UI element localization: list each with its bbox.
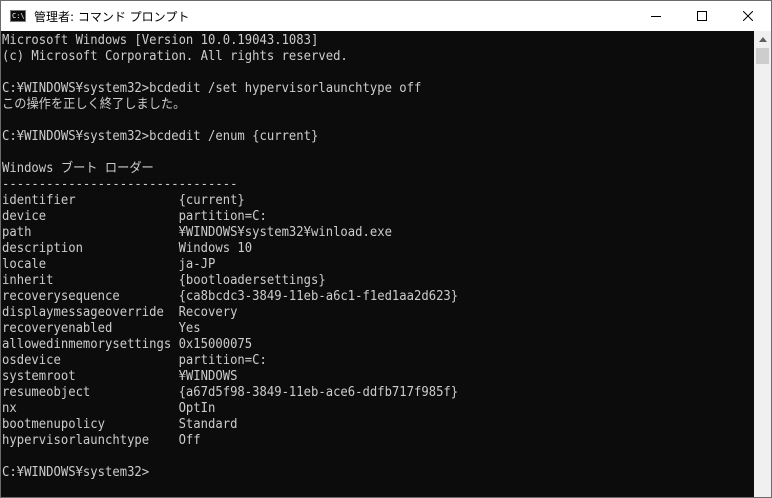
console-line: (c) Microsoft Corporation. All rights re… <box>2 49 348 64</box>
console-line: recoveryenabled Yes <box>2 321 201 336</box>
console-line: osdevice partition=C: <box>2 353 267 368</box>
title-bar[interactable]: C:\ 管理者: コマンド プロンプト <box>1 1 771 31</box>
console-line: identifier {current} <box>2 193 245 208</box>
console-line: bootmenupolicy Standard <box>2 417 238 432</box>
console-line: この操作を正しく終了しました。 <box>2 97 186 112</box>
console-line: locale ja-JP <box>2 257 216 272</box>
maximize-icon <box>697 11 707 21</box>
console-line: hypervisorlaunchtype Off <box>2 433 201 448</box>
maximize-button[interactable] <box>679 1 725 31</box>
console-line: allowedinmemorysettings 0x15000075 <box>2 337 253 352</box>
window-title: 管理者: コマンド プロンプト <box>34 9 190 24</box>
console-line: C:¥WINDOWS¥system32>bcdedit /set hypervi… <box>2 81 422 96</box>
scroll-thumb[interactable] <box>756 48 769 64</box>
console-line: systemroot ¥WINDOWS <box>2 369 238 384</box>
console-line: -------------------------------- <box>2 177 238 192</box>
console-line: description Windows 10 <box>2 241 253 256</box>
close-button[interactable] <box>725 1 771 31</box>
console-line: nx OptIn <box>2 401 216 416</box>
vertical-scrollbar[interactable] <box>754 31 771 497</box>
scroll-up-arrow-icon <box>758 37 767 42</box>
console-line: device partition=C: <box>2 209 267 224</box>
console-line: resumeobject {a67d5f98-3849-11eb-ace6-dd… <box>2 385 459 400</box>
command-prompt-window: C:\ 管理者: コマンド プロンプト Microsoft Windows [V <box>0 0 772 498</box>
command-prompt-icon[interactable]: C:\ <box>10 10 26 22</box>
console-line: path ¥WINDOWS¥system32¥winload.exe <box>2 225 392 240</box>
minimize-icon <box>651 16 661 17</box>
console-line: displaymessageoverride Recovery <box>2 305 238 320</box>
console-line: inherit {bootloadersettings} <box>2 273 326 288</box>
console-output[interactable]: Microsoft Windows [Version 10.0.19043.10… <box>1 31 754 497</box>
console-line: C:¥WINDOWS¥system32> <box>2 465 150 480</box>
console-line: Windows ブート ローダー <box>2 161 154 176</box>
minimize-button[interactable] <box>633 1 679 31</box>
console-line: C:¥WINDOWS¥system32>bcdedit /enum {curre… <box>2 129 319 144</box>
console-line: Microsoft Windows [Version 10.0.19043.10… <box>2 33 319 48</box>
close-icon <box>743 11 753 21</box>
console-line: recoverysequence {ca8bcdc3-3849-11eb-a6c… <box>2 289 459 304</box>
window-controls <box>633 1 771 31</box>
scroll-up-button[interactable] <box>754 31 771 48</box>
